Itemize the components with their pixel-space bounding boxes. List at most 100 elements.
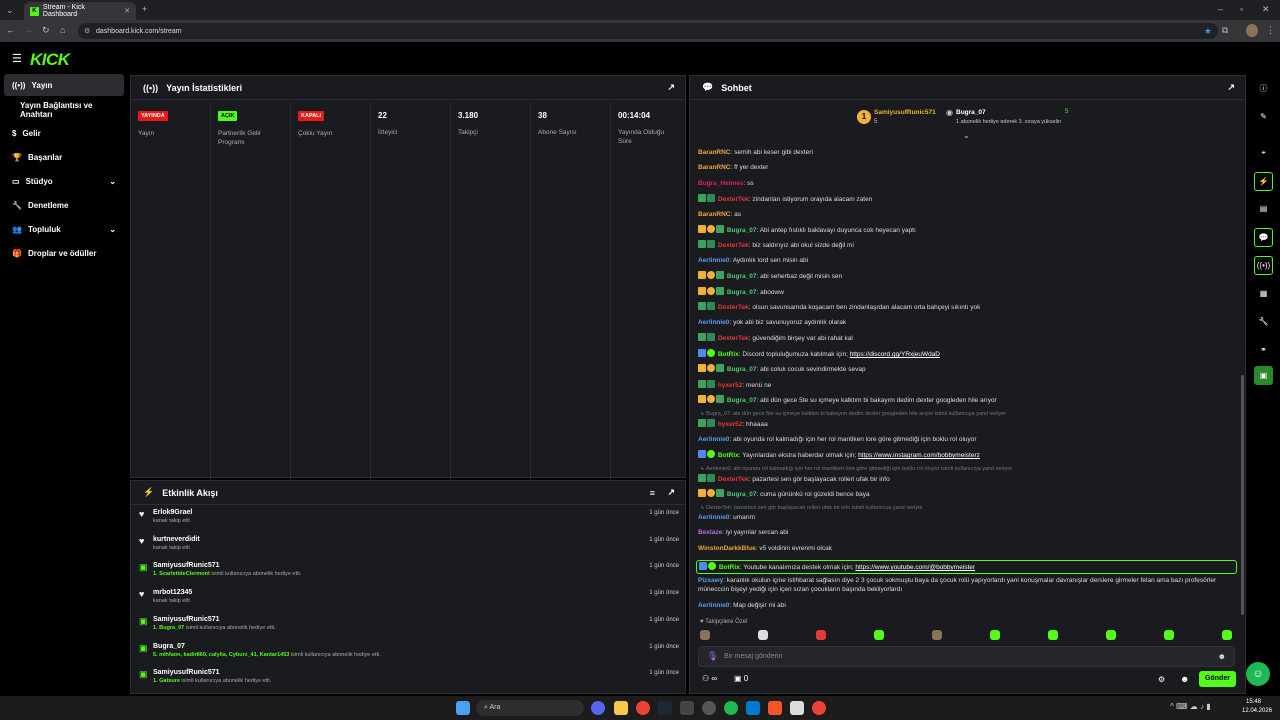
popout-icon[interactable]: ↗ bbox=[1227, 82, 1235, 93]
filter-icon[interactable]: ≡ bbox=[650, 488, 655, 498]
event-username[interactable]: Erlok9Grael bbox=[153, 509, 192, 516]
reply-context[interactable]: ↳ DexterTek: pazartesi sen gör başlayaca… bbox=[700, 505, 923, 511]
leader-second-name[interactable]: Bugra_07 bbox=[956, 109, 986, 116]
home-icon[interactable]: ⌂ bbox=[60, 25, 65, 35]
chat-username[interactable]: DexterTek bbox=[718, 196, 749, 203]
chat-username[interactable]: Aerlinnie0 bbox=[698, 514, 729, 521]
spotify-icon[interactable] bbox=[724, 701, 738, 715]
pencil-icon[interactable]: ✎ bbox=[1254, 107, 1273, 126]
sidebar-item-moderation[interactable]: 🔧 Denetleme bbox=[4, 194, 124, 216]
document-icon[interactable]: ▤ bbox=[1254, 199, 1273, 218]
chat-username[interactable]: BaranRNC bbox=[698, 164, 731, 171]
file-explorer-icon[interactable] bbox=[614, 701, 628, 715]
chat-username[interactable]: hyxer52 bbox=[718, 382, 743, 389]
event-recipients[interactable]: 1. Bugra_07 bbox=[153, 625, 184, 631]
emote-icon[interactable] bbox=[700, 630, 710, 640]
chat-link[interactable]: https://www.instagram.com/bobbymeisterz bbox=[858, 452, 980, 459]
profile-avatar[interactable] bbox=[1246, 24, 1258, 37]
chat-username[interactable]: Bugra_07 bbox=[727, 491, 757, 498]
site-info-icon[interactable]: ⚙ bbox=[84, 27, 90, 35]
chat-link[interactable]: https://discord.gg/YRxjeuWdaD bbox=[850, 351, 940, 358]
event-username[interactable]: Bugra_07 bbox=[153, 643, 381, 650]
chat-username[interactable]: Bugra_07 bbox=[727, 366, 757, 373]
chat-username[interactable]: Aerlinnie0 bbox=[698, 602, 729, 609]
chat-input[interactable]: 🎙 Bir mesaj gönderin ☻ bbox=[698, 646, 1235, 667]
app-icon[interactable]: ▣ bbox=[1254, 366, 1273, 385]
chat-username[interactable]: Aerlinnie0 bbox=[698, 319, 729, 326]
tab-list-icon[interactable]: ⌄ bbox=[6, 5, 14, 16]
github-icon[interactable] bbox=[702, 701, 716, 715]
reply-context[interactable]: ↳ Aerlinnie0: abi oyunda rol kalmadığı i… bbox=[700, 466, 1012, 472]
event-username[interactable]: SamiyusufRunic571 bbox=[153, 669, 271, 676]
chat-username[interactable]: Bugra_07 bbox=[727, 397, 757, 404]
emoji-icon[interactable]: ☻ bbox=[1218, 652, 1226, 661]
wrench-icon[interactable]: 🔧 bbox=[1254, 312, 1273, 331]
leader-first-name[interactable]: SamiyusufRunic571 bbox=[874, 109, 936, 116]
send-button[interactable]: Gönder bbox=[1199, 671, 1236, 687]
sidebar-item-community[interactable]: 👥 Topluluk ⌄ bbox=[4, 218, 124, 240]
chat-username[interactable]: Bugra_07 bbox=[727, 289, 757, 296]
emote-icon[interactable] bbox=[1106, 630, 1116, 640]
crosshair-icon[interactable]: ⌖ bbox=[1254, 143, 1273, 162]
minimize-icon[interactable]: – bbox=[1218, 4, 1223, 14]
steam-icon[interactable] bbox=[658, 701, 672, 715]
new-tab-icon[interactable]: + bbox=[142, 4, 147, 14]
brave-icon[interactable] bbox=[768, 701, 782, 715]
event-username[interactable]: kurtneverdidit bbox=[153, 536, 200, 543]
hamburger-menu-icon[interactable]: ☰ bbox=[12, 52, 22, 65]
maximize-icon[interactable]: ▫ bbox=[1240, 4, 1243, 14]
chat-username[interactable]: DexterTek bbox=[718, 476, 749, 483]
settings-gear-icon[interactable]: ⚙ bbox=[1158, 675, 1165, 684]
lightning-icon[interactable]: ⚡ bbox=[1254, 172, 1273, 191]
event-username[interactable]: SamiyusufRunic571 bbox=[153, 562, 301, 569]
gift-icon[interactable]: ▣ 0 bbox=[734, 674, 748, 683]
sidebar-item-revenue[interactable]: $ Gelir bbox=[4, 122, 124, 144]
url-input[interactable]: ⚙ dashboard.kick.com/stream ★ bbox=[78, 23, 1218, 39]
layout-icon[interactable]: ▦ bbox=[1254, 284, 1273, 303]
emote-icon[interactable] bbox=[816, 630, 826, 640]
pin-chevron-icon[interactable]: ⌄ bbox=[963, 131, 970, 140]
chat-scrollbar[interactable] bbox=[1241, 375, 1244, 615]
extensions-icon[interactable]: ⧉ bbox=[1222, 25, 1228, 36]
chat-username[interactable]: DexterTek bbox=[718, 242, 749, 249]
event-recipients[interactable]: 5. mihfaon, kadir860, calylia, Cyburz_41… bbox=[153, 652, 289, 658]
browser-menu-icon[interactable]: ⋮ bbox=[1266, 25, 1275, 36]
event-username[interactable]: SamiyusufRunic571 bbox=[153, 616, 276, 623]
broadcast-icon[interactable]: ((•)) bbox=[1254, 256, 1273, 275]
emote-icon[interactable] bbox=[990, 630, 1000, 640]
chat-username[interactable]: Aerlinnie0 bbox=[698, 436, 729, 443]
event-recipients[interactable]: 1. Gatsure bbox=[153, 678, 180, 684]
chat-username[interactable]: WinstonDarkkBlue bbox=[698, 545, 756, 552]
notion-icon[interactable] bbox=[790, 701, 804, 715]
chat-username[interactable]: hyxer52 bbox=[718, 421, 743, 428]
chat-username[interactable]: Aerlinnie0 bbox=[698, 257, 729, 264]
chat-username[interactable]: DexterTek bbox=[718, 335, 749, 342]
emote-icon[interactable] bbox=[874, 630, 884, 640]
microphone-icon[interactable]: 🎙 bbox=[707, 651, 718, 662]
chat-username[interactable]: Pizxawy bbox=[698, 577, 723, 584]
chrome-active-icon[interactable] bbox=[812, 701, 826, 715]
emote-icon[interactable] bbox=[932, 630, 942, 640]
popout-icon[interactable]: ↗ bbox=[667, 487, 675, 498]
forward-icon[interactable]: → bbox=[24, 25, 33, 35]
info-icon[interactable]: ⓘ bbox=[1254, 79, 1273, 98]
chat-username[interactable]: BaranRNC bbox=[698, 149, 731, 156]
kick-logo[interactable]: KICK bbox=[30, 50, 70, 70]
reply-context[interactable]: ↳ Bugra_07: abi dün gece 5te su içmeye k… bbox=[700, 411, 1006, 417]
chat-username[interactable]: Bugra_Helmes bbox=[698, 180, 744, 187]
reload-icon[interactable]: ↻ bbox=[42, 25, 50, 36]
chrome-icon[interactable] bbox=[636, 701, 650, 715]
chat-bubble-icon[interactable]: 💬 bbox=[1254, 228, 1273, 247]
emote-icon[interactable] bbox=[1222, 630, 1232, 640]
chat-username[interactable]: BotRix bbox=[718, 452, 739, 459]
chat-username[interactable]: DexterTek bbox=[718, 304, 749, 311]
window-close-icon[interactable]: ✕ bbox=[1262, 4, 1270, 15]
bookmark-star-icon[interactable]: ★ bbox=[1204, 26, 1212, 37]
emote-icon[interactable] bbox=[1048, 630, 1058, 640]
chat-username[interactable]: BaranRNC bbox=[698, 211, 731, 218]
discord-icon[interactable] bbox=[591, 701, 605, 715]
popout-icon[interactable]: ↗ bbox=[667, 82, 675, 93]
chat-username[interactable]: Bugra_07 bbox=[727, 227, 757, 234]
app-icon[interactable] bbox=[680, 701, 694, 715]
system-tray-icon[interactable]: ^ ⌨ ☁ ♪ ▮ bbox=[1170, 702, 1211, 711]
